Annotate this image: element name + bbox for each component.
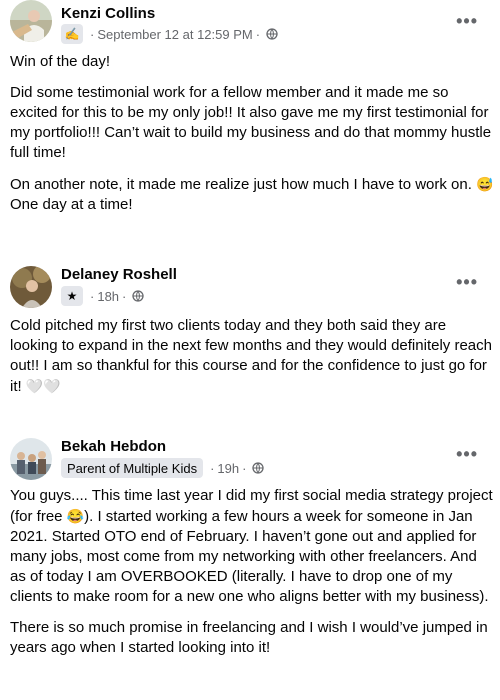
laughing-emoji-icon: 😂 — [66, 508, 85, 524]
post-time[interactable]: 18h — [97, 289, 119, 304]
post-body: Cold pitched my first two clients today … — [10, 316, 494, 408]
post-meta: ✍ · September 12 at 12:59 PM · — [61, 24, 278, 44]
post-meta: Parent of Multiple Kids · 19h · — [61, 458, 265, 478]
member-badge[interactable]: Parent of Multiple Kids — [61, 458, 204, 478]
post-time[interactable]: 19h — [217, 461, 239, 476]
globe-icon — [252, 462, 265, 474]
post-paragraph: Did some testimonial work for a fellow m… — [10, 84, 492, 161]
writing-hand-icon[interactable]: ✍ — [61, 24, 83, 44]
separator-dot: · — [122, 288, 127, 304]
white-heart-emoji-icon: 🤍🤍 — [25, 378, 61, 394]
avatar[interactable] — [10, 438, 52, 480]
star-icon[interactable]: ★ — [61, 286, 83, 306]
avatar[interactable] — [10, 266, 52, 308]
post-text: Cold pitched my first two clients today … — [10, 317, 492, 395]
post-time[interactable]: September 12 at 12:59 PM — [97, 27, 252, 42]
separator-dot: · — [90, 288, 95, 304]
avatar[interactable] — [10, 0, 52, 42]
post-body: You guys.... This time last year I did m… — [10, 486, 494, 669]
post-paragraph: Win of the day! — [10, 53, 111, 70]
sweat-smile-emoji-icon: 😅 — [476, 176, 494, 192]
post-body: Win of the day! Did some testimonial wor… — [10, 52, 494, 226]
more-options-button[interactable]: ••• — [456, 273, 478, 291]
globe-icon — [266, 28, 278, 40]
post-text: On another note, it made me realize just… — [10, 176, 472, 193]
post-paragraph: Cold pitched my first two clients today … — [10, 316, 494, 397]
post-paragraph: On another note, it made me realize just… — [10, 174, 494, 215]
author-name[interactable]: Kenzi Collins — [61, 5, 155, 23]
post-meta: ★ · 18h · — [61, 286, 145, 306]
more-options-button[interactable]: ••• — [456, 445, 478, 463]
post-text: One day at a time! — [10, 196, 133, 213]
globe-icon — [132, 290, 145, 302]
separator-dot: · — [255, 26, 261, 42]
author-name[interactable]: Bekah Hebdon — [61, 438, 166, 456]
author-name[interactable]: Delaney Roshell — [61, 266, 177, 284]
separator-dot: · — [90, 26, 95, 42]
post-paragraph: You guys.... This time last year I did m… — [10, 486, 494, 607]
separator-dot: · — [210, 460, 215, 476]
separator-dot: · — [242, 460, 247, 476]
more-options-button[interactable]: ••• — [456, 12, 478, 30]
post-paragraph: There is so much promise in freelancing … — [10, 619, 488, 656]
